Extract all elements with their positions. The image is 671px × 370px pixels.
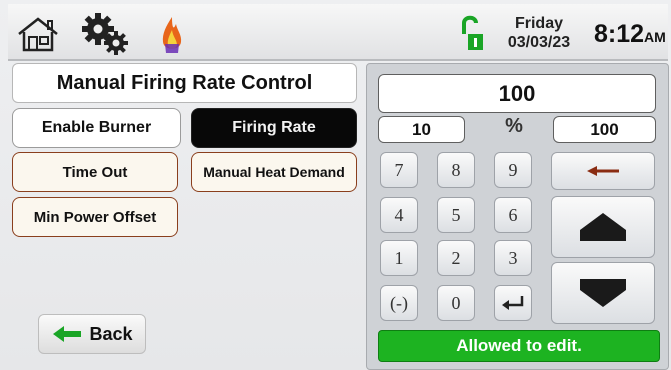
back-label: Back [89, 323, 133, 344]
gear-icon[interactable] [80, 12, 132, 56]
home-icon[interactable] [16, 16, 60, 52]
key-5[interactable]: 5 [437, 197, 475, 233]
unit-label: % [505, 115, 523, 137]
enter-icon [502, 296, 524, 310]
enter-key[interactable] [494, 285, 532, 321]
edit-status-bar: Allowed to edit. [378, 330, 660, 362]
clock: 8:12AM [594, 20, 666, 49]
increase-key[interactable] [551, 196, 655, 258]
key-6[interactable]: 6 [494, 197, 532, 233]
screen: Friday 03/03/23 8:12AM Manual Firing Rat… [0, 0, 671, 370]
flame-icon [162, 17, 182, 53]
key-4[interactable]: 4 [380, 197, 418, 233]
key-9[interactable]: 9 [494, 152, 532, 188]
key-7[interactable]: 7 [380, 152, 418, 188]
back-arrow-icon [53, 326, 82, 342]
date-label: 03/03/23 [507, 34, 571, 51]
key-0[interactable]: 0 [437, 285, 475, 321]
unlock-icon [462, 15, 483, 50]
firing-rate-button[interactable]: Firing Rate [191, 108, 357, 148]
min-value-field: 10 [378, 116, 465, 143]
backspace-arrow-icon [587, 166, 619, 176]
max-value-field: 100 [553, 116, 656, 143]
decrease-key[interactable] [551, 262, 655, 324]
key-1[interactable]: 1 [380, 240, 418, 276]
top-bar: Friday 03/03/23 8:12AM [8, 4, 668, 61]
min-power-offset-button[interactable]: Min Power Offset [12, 197, 178, 237]
day-label: Friday [514, 15, 563, 32]
manual-heat-demand-button[interactable]: Manual Heat Demand [191, 152, 357, 192]
key-negative[interactable]: (-) [380, 285, 418, 321]
key-2[interactable]: 2 [437, 240, 475, 276]
key-3[interactable]: 3 [494, 240, 532, 276]
ampm-label: AM [644, 29, 666, 45]
page-title: Manual Firing Rate Control [12, 63, 357, 103]
back-button[interactable]: Back [38, 314, 146, 354]
time-out-button[interactable]: Time Out [12, 152, 178, 192]
enable-burner-button[interactable]: Enable Burner [12, 108, 181, 148]
time-label: 8:12 [594, 20, 645, 48]
key-8[interactable]: 8 [437, 152, 475, 188]
down-arrow-icon [580, 279, 626, 307]
date-display: Friday 03/03/23 [504, 14, 574, 52]
backspace-key[interactable] [551, 152, 655, 190]
value-display[interactable]: 100 [378, 74, 656, 113]
up-arrow-icon [580, 213, 626, 241]
